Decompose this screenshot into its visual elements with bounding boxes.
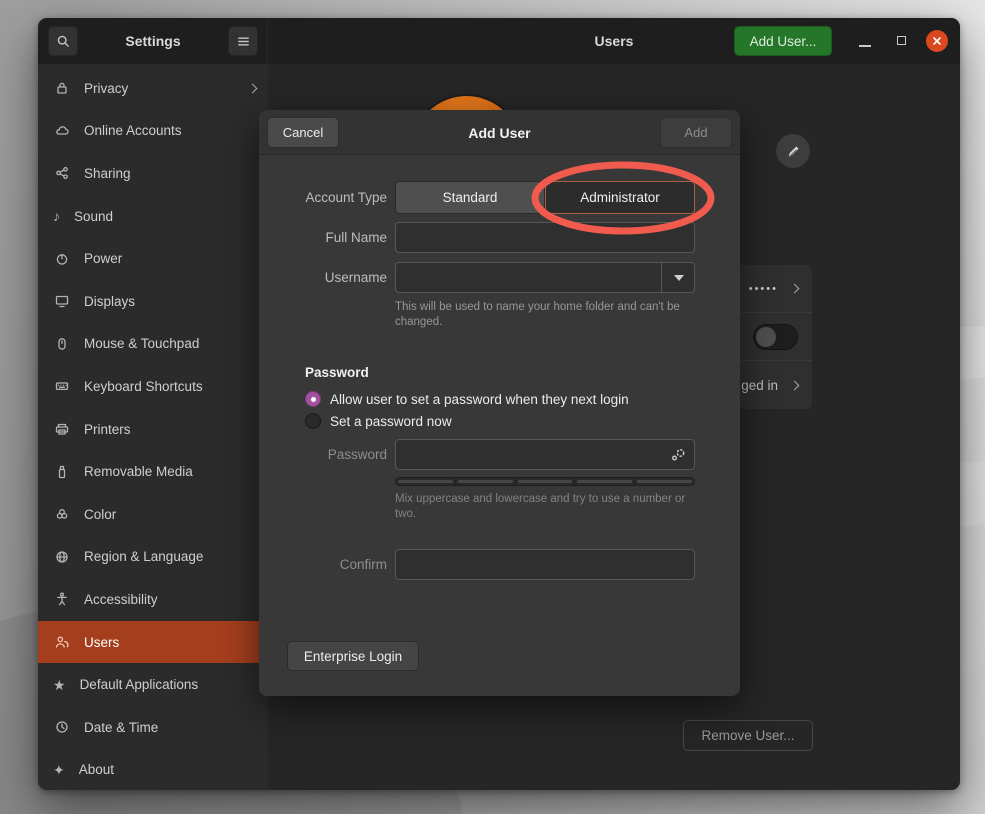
password-hint: Mix uppercase and lowercase and try to u… [395, 492, 693, 522]
sidebar-item-default-applications[interactable]: ★ Default Applications [38, 663, 268, 706]
radio-option-next-login[interactable]: Allow user to set a password when they n… [305, 390, 629, 408]
username-hint: This will be used to name your home fold… [395, 300, 693, 330]
hamburger-menu-button[interactable] [228, 26, 258, 56]
automatic-login-toggle[interactable] [753, 324, 798, 350]
lock-icon [53, 80, 70, 97]
dialog-header: Add User Cancel Add [259, 110, 740, 155]
display-icon [53, 293, 70, 310]
chevron-right-icon [790, 380, 800, 390]
pencil-icon [786, 144, 801, 159]
share-icon [53, 165, 70, 182]
usb-drive-icon [53, 463, 70, 480]
sidebar-item-color[interactable]: Color [38, 493, 268, 536]
radio-option-set-now[interactable]: Set a password now [305, 412, 452, 430]
sidebar-item-about[interactable]: ✦ About [38, 749, 268, 791]
full-name-input[interactable] [395, 222, 695, 253]
titlebar: Settings Users Add User... [38, 18, 960, 64]
enterprise-login-button[interactable]: Enterprise Login [287, 641, 419, 671]
minimize-button[interactable] [859, 45, 871, 47]
password-section-heading: Password [305, 365, 369, 380]
full-name-field-wrap [395, 222, 695, 253]
keyboard-icon [53, 378, 70, 395]
globe-icon [53, 548, 70, 565]
printer-icon [53, 421, 70, 438]
sidebar-item-removable-media[interactable]: Removable Media [38, 450, 268, 493]
sidebar-item-keyboard-shortcuts[interactable]: Keyboard Shortcuts [38, 365, 268, 408]
confirm-label: Confirm [259, 557, 387, 572]
strength-segment [635, 478, 694, 485]
cancel-button[interactable]: Cancel [267, 117, 339, 148]
username-dropdown-button[interactable] [661, 262, 695, 293]
add-button[interactable]: Add [660, 117, 732, 148]
sidebar-item-users[interactable]: Users [38, 621, 268, 664]
sidebar-item-online-accounts[interactable]: Online Accounts [38, 110, 268, 153]
search-icon [56, 34, 71, 49]
sidebar-item-region-language[interactable]: Region & Language [38, 536, 268, 579]
close-icon [932, 36, 942, 46]
power-icon [53, 250, 70, 267]
sparkle-icon: ✦ [53, 763, 65, 777]
sidebar-item-power[interactable]: Power [38, 237, 268, 280]
page-title: Users [268, 18, 960, 64]
titlebar-left: Settings [38, 18, 268, 64]
cloud-icon [53, 122, 70, 139]
sidebar-item-displays[interactable]: Displays [38, 280, 268, 323]
account-type-label: Account Type [259, 190, 387, 205]
full-name-label: Full Name [259, 230, 387, 245]
search-button[interactable] [48, 26, 78, 56]
users-icon [53, 634, 70, 651]
sidebar-item-privacy[interactable]: Privacy [38, 67, 268, 110]
accessibility-icon [53, 591, 70, 608]
sidebar-item-printers[interactable]: Printers [38, 408, 268, 451]
strength-segment [456, 478, 516, 485]
add-user-button[interactable]: Add User... [734, 26, 832, 56]
hamburger-icon [236, 34, 251, 49]
titlebar-right: Users Add User... [268, 18, 960, 64]
strength-segment [516, 478, 576, 485]
confirm-field-wrap [395, 549, 695, 580]
color-circles-icon [53, 506, 70, 523]
add-user-dialog: Add User Cancel Add Account Type Standar… [259, 110, 740, 696]
password-field-wrap [395, 439, 695, 470]
close-button[interactable] [926, 30, 948, 52]
music-note-icon: ♪ [53, 209, 60, 223]
standard-option-button[interactable]: Standard [395, 181, 545, 214]
maximize-button[interactable] [897, 36, 906, 45]
last-login-text: ged in [741, 378, 778, 393]
sidebar-item-accessibility[interactable]: Accessibility [38, 578, 268, 621]
toggle-knob [756, 327, 776, 347]
settings-window: Settings Users Add User... Privacy [38, 18, 960, 790]
edit-avatar-button[interactable] [776, 134, 810, 168]
generate-password-icon[interactable] [668, 445, 688, 465]
username-input[interactable] [395, 262, 695, 293]
password-field-label: Password [259, 447, 387, 462]
strength-segment [396, 478, 456, 485]
sidebar-item-sound[interactable]: ♪ Sound [38, 195, 268, 238]
sidebar-item-date-time[interactable]: Date & Time [38, 706, 268, 749]
sidebar-item-mouse-touchpad[interactable]: Mouse & Touchpad [38, 323, 268, 366]
sidebar-item-sharing[interactable]: Sharing [38, 152, 268, 195]
radio-selected-icon[interactable] [305, 391, 321, 407]
remove-user-button[interactable]: Remove User... [683, 720, 813, 751]
chevron-right-icon [248, 83, 258, 93]
account-type-toggle: Standard Administrator [395, 181, 695, 214]
mouse-icon [53, 335, 70, 352]
password-dots: ••••• [749, 283, 778, 295]
clock-icon [53, 719, 70, 736]
confirm-input[interactable] [395, 549, 695, 580]
desktop: Settings Users Add User... Privacy [0, 0, 985, 814]
chevron-down-icon [674, 275, 684, 281]
app-title: Settings [78, 33, 228, 49]
star-icon: ★ [53, 678, 66, 692]
username-field-wrap [395, 262, 695, 293]
username-label: Username [259, 270, 387, 285]
strength-segment [575, 478, 635, 485]
sidebar: Privacy Online Accounts Sharing ♪ Sound … [38, 64, 268, 790]
password-strength-meter [395, 477, 695, 486]
chevron-right-icon [790, 284, 800, 294]
radio-unselected-icon[interactable] [305, 413, 321, 429]
administrator-option-button[interactable]: Administrator [545, 181, 695, 214]
password-input[interactable] [395, 439, 695, 470]
